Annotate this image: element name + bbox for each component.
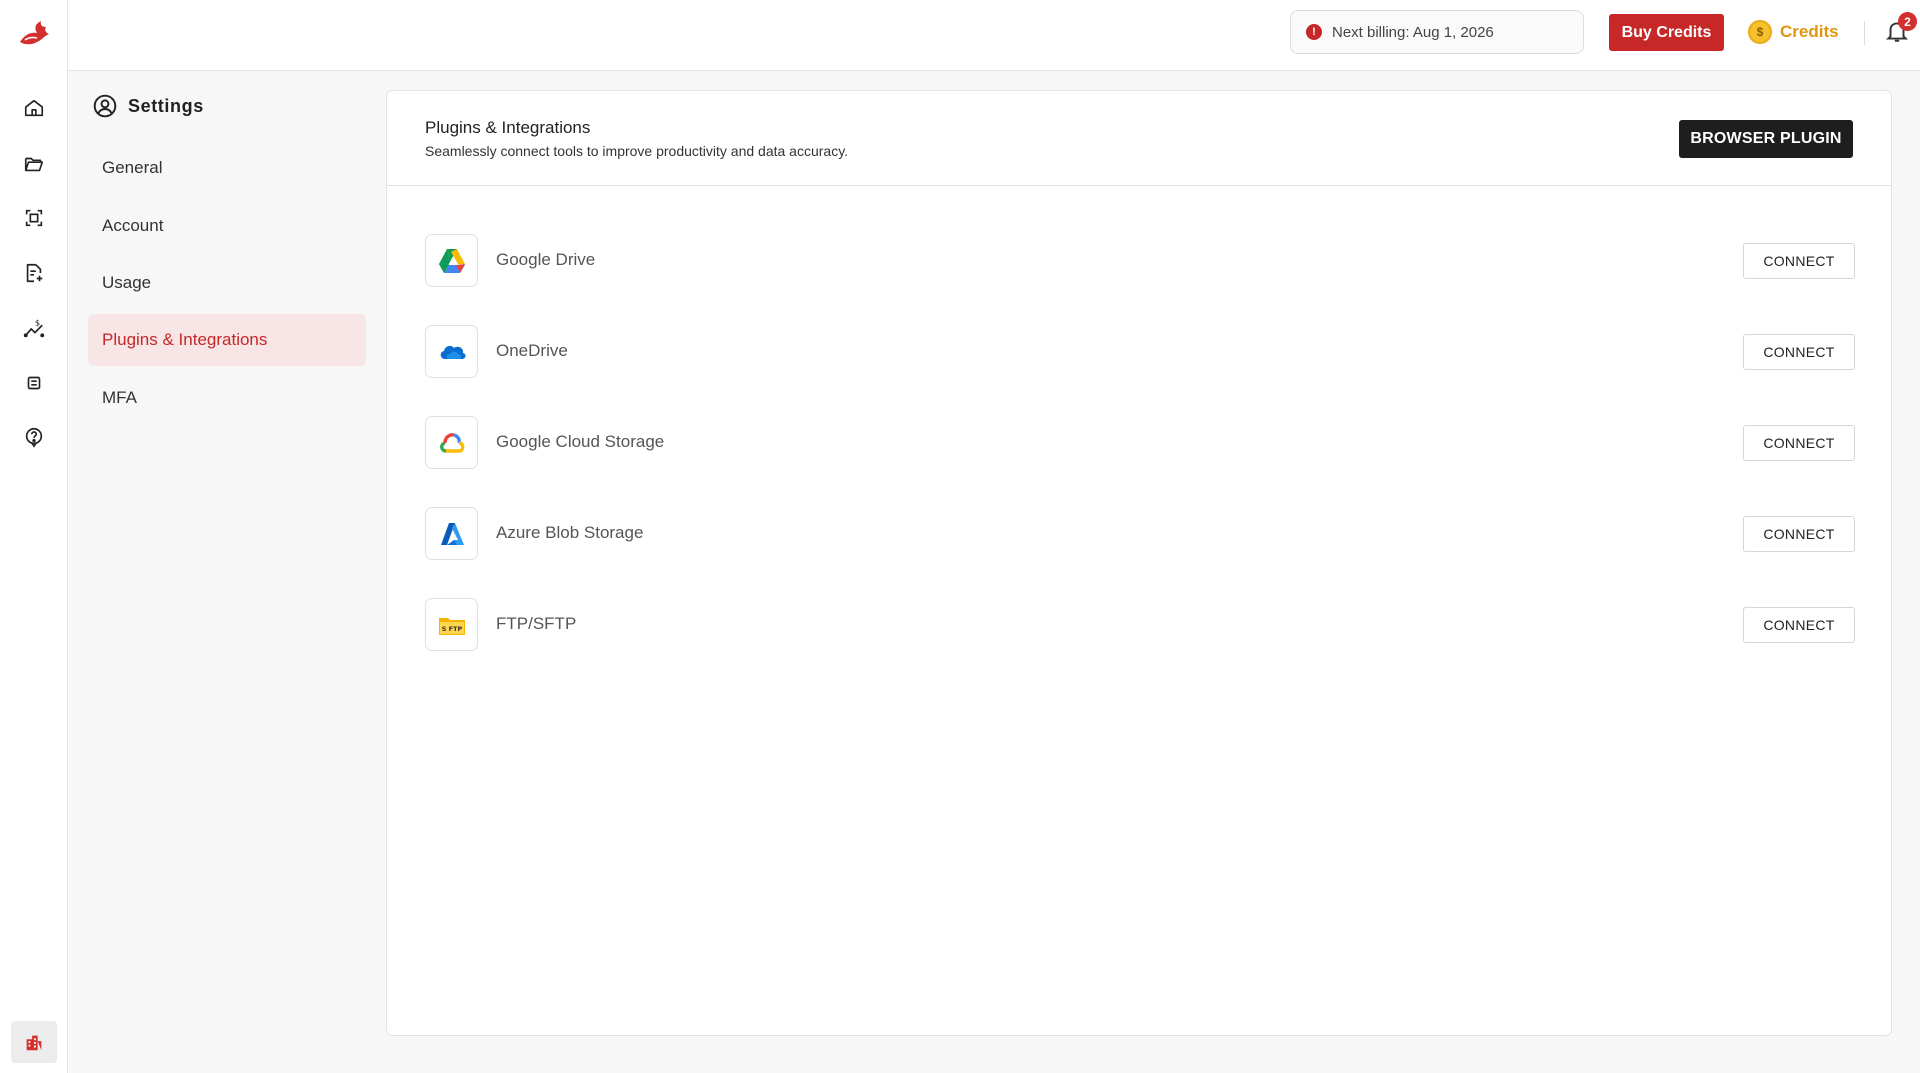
settings-title: Settings	[128, 95, 204, 116]
notifications-button[interactable]: 2	[1884, 12, 1917, 48]
settings-header: Settings	[92, 93, 204, 119]
brand-logo-icon[interactable]	[17, 18, 51, 48]
panel-title: Plugins & Integrations	[425, 118, 591, 137]
integration-name: Google Drive	[496, 250, 596, 269]
integration-name: Google Cloud Storage	[496, 432, 665, 451]
integration-name: OneDrive	[496, 341, 568, 360]
browser-plugin-button[interactable]: BROWSER PLUGIN	[1679, 120, 1853, 158]
credits-link[interactable]: $ Credits	[1748, 18, 1839, 46]
google-cloud-icon	[425, 416, 478, 469]
building-icon	[26, 1035, 42, 1051]
credits-label: Credits	[1780, 22, 1839, 41]
integration-row-azure-blob-storage: Azure Blob Storage CONNECT	[425, 507, 1855, 561]
onedrive-icon	[425, 325, 478, 378]
integration-name: Azure Blob Storage	[496, 523, 644, 542]
table-icon[interactable]	[20, 369, 48, 397]
integration-name: FTP/SFTP	[496, 614, 577, 633]
connect-google-drive-button[interactable]: CONNECT	[1743, 243, 1855, 279]
home-icon[interactable]	[20, 94, 48, 122]
panel-header: Plugins & Integrations Seamlessly connec…	[387, 91, 1891, 186]
integration-row-google-drive: Google Drive CONNECT	[425, 234, 1855, 288]
azure-icon	[425, 507, 478, 560]
coin-icon: $	[1748, 20, 1772, 44]
panel-subtitle: Seamlessly connect tools to improve prod…	[425, 143, 849, 159]
buy-credits-button[interactable]: Buy Credits	[1609, 14, 1724, 51]
integration-row-ftp-sftp: S FTP FTP/SFTP CONNECT	[425, 598, 1855, 652]
nav-item-mfa[interactable]: MFA	[88, 372, 366, 424]
integration-row-google-cloud-storage: Google Cloud Storage CONNECT	[425, 416, 1855, 470]
google-drive-icon	[425, 234, 478, 287]
document-add-icon[interactable]	[20, 259, 48, 287]
billing-text: Next billing: Aug 1, 2026	[1332, 23, 1494, 41]
nav-item-general[interactable]: General	[88, 142, 366, 194]
integration-row-onedrive: OneDrive CONNECT	[425, 325, 1855, 379]
nav-item-plugins-integrations[interactable]: Plugins & Integrations	[88, 314, 366, 366]
billing-notice: ! Next billing: Aug 1, 2026	[1290, 10, 1584, 54]
folder-icon[interactable]	[20, 150, 48, 178]
connect-azure-blob-storage-button[interactable]: CONNECT	[1743, 516, 1855, 552]
help-circle-icon[interactable]	[20, 423, 48, 451]
user-circle-icon	[93, 94, 117, 118]
plugins-panel: Plugins & Integrations Seamlessly connec…	[386, 90, 1892, 1036]
notification-badge: 2	[1898, 12, 1917, 31]
organization-button[interactable]	[11, 1021, 57, 1063]
ftp-folder-icon: S FTP	[425, 598, 478, 651]
nav-item-account[interactable]: Account	[88, 200, 366, 252]
alert-icon: !	[1306, 24, 1322, 40]
connect-ftp-sftp-button[interactable]: CONNECT	[1743, 607, 1855, 643]
icon-rail: $	[0, 0, 68, 1073]
divider	[1864, 21, 1865, 45]
scan-icon[interactable]	[20, 204, 48, 232]
nav-item-usage[interactable]: Usage	[88, 257, 366, 309]
connect-onedrive-button[interactable]: CONNECT	[1743, 334, 1855, 370]
top-bar: ! Next billing: Aug 1, 2026 Buy Credits …	[68, 0, 1920, 71]
svg-text:$: $	[35, 317, 40, 327]
svg-text:S FTP: S FTP	[441, 625, 462, 633]
cost-trend-icon[interactable]: $	[20, 314, 48, 342]
connect-google-cloud-storage-button[interactable]: CONNECT	[1743, 425, 1855, 461]
